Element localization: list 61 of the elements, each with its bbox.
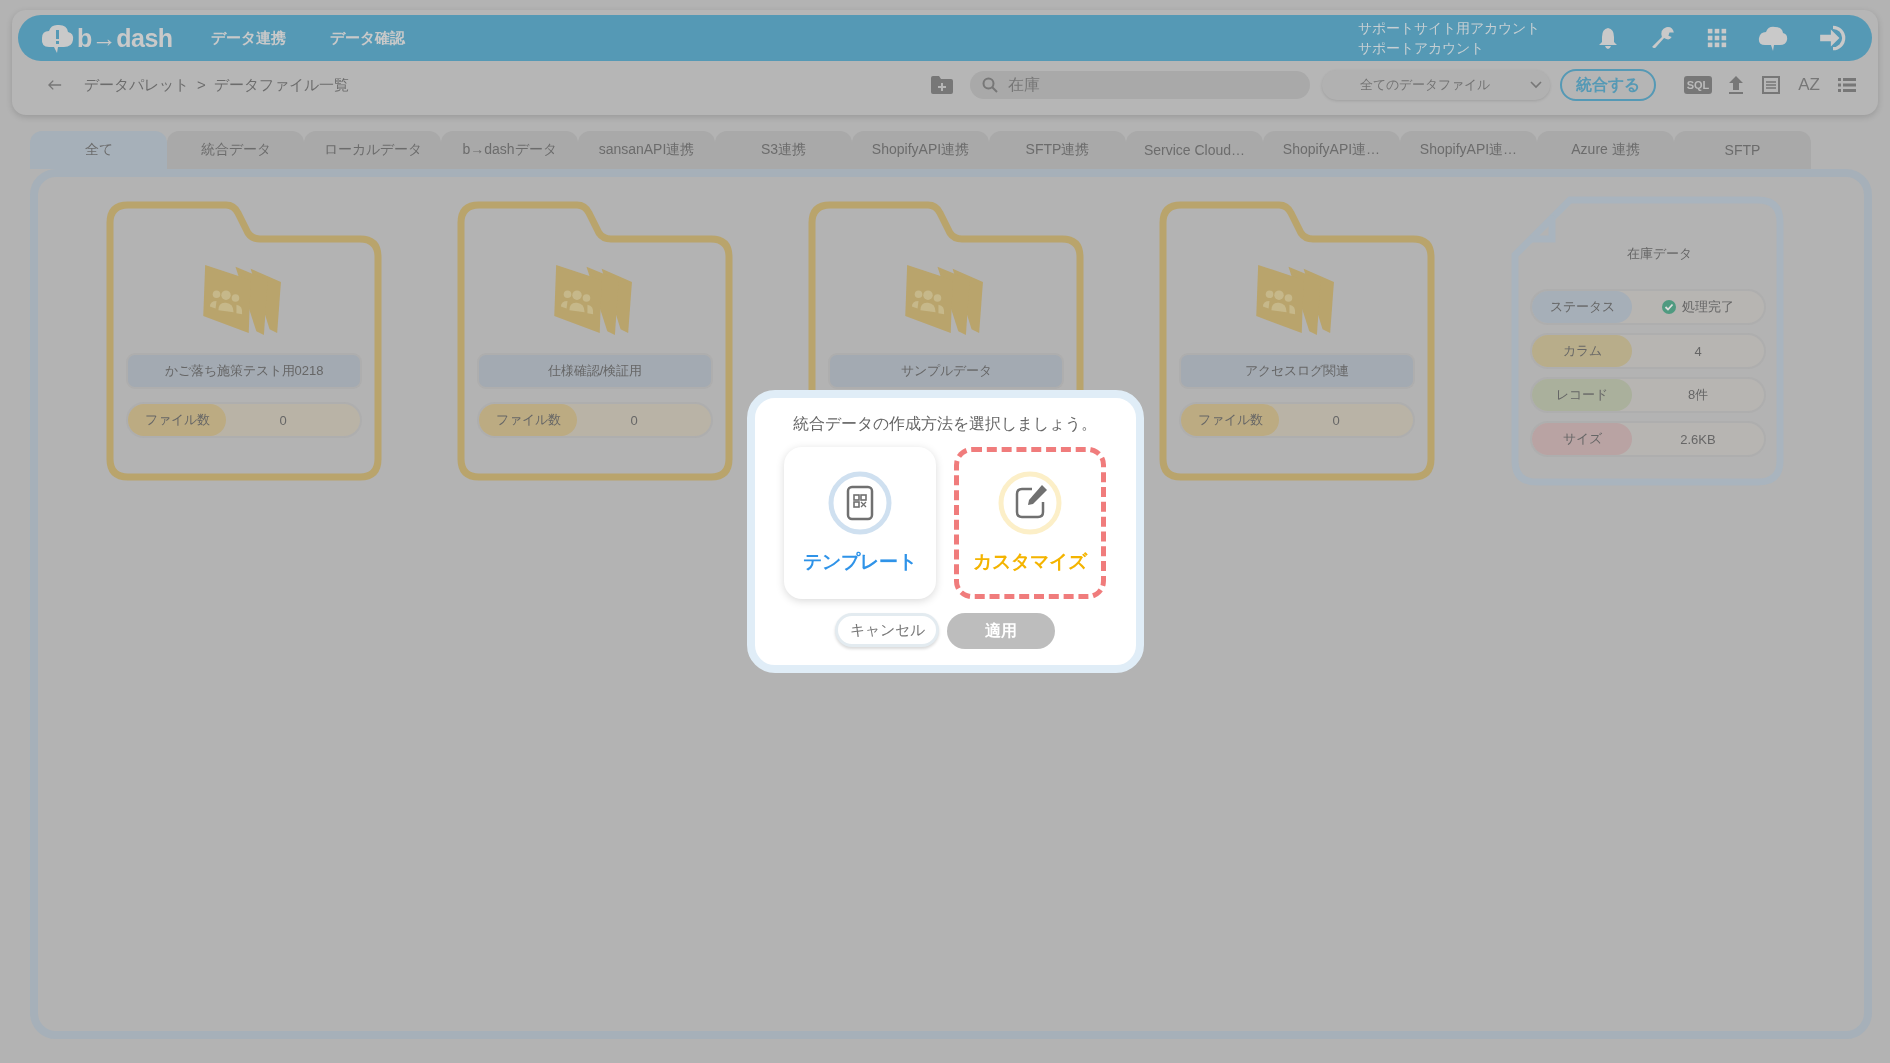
file-count-label: ファイル数 <box>1181 404 1279 436</box>
search-icon <box>981 77 998 93</box>
file-count-label: ファイル数 <box>128 404 226 436</box>
file-count-value: 0 <box>629 412 639 428</box>
logo[interactable]: b→dash <box>40 23 173 53</box>
table-icon[interactable] <box>1762 76 1781 94</box>
folder-plus-icon[interactable] <box>929 75 954 95</box>
file-count-label: ファイル数 <box>479 404 577 436</box>
info-value: 8件 <box>1687 386 1709 404</box>
tab[interactable]: ShopifyAPI連… <box>1263 131 1400 169</box>
folder-name: サンプルデータ <box>830 355 1062 387</box>
tab[interactable]: Service Cloud… <box>1126 131 1263 169</box>
tab[interactable]: 統合データ <box>167 131 304 169</box>
breadcrumb-item: > <box>197 75 206 95</box>
cloud-icon[interactable] <box>1758 25 1788 51</box>
template-icon <box>828 471 892 535</box>
edit-icon <box>998 471 1062 535</box>
tab[interactable]: b→dashデータ <box>441 131 578 169</box>
tab[interactable]: SFTP <box>1674 131 1811 169</box>
sql-button[interactable]: SQL <box>1683 76 1713 94</box>
tab[interactable]: S3連携 <box>715 131 852 169</box>
info-value: 処理完了 <box>1682 298 1734 316</box>
account-name: サポートサイト用アカウント <box>1358 19 1540 38</box>
info-label: カラム <box>1532 335 1632 367</box>
list-icon[interactable] <box>1838 77 1856 93</box>
info-label: ステータス <box>1532 291 1632 323</box>
breadcrumb-item[interactable]: データパレット <box>84 75 189 95</box>
file-title: 在庫データ <box>1626 245 1692 263</box>
cloud-icon <box>40 23 74 53</box>
tab[interactable]: sansanAPI連携 <box>578 131 715 169</box>
folder-name: 仕様確認/検証用 <box>479 355 711 387</box>
folder-name: アクセスログ関連 <box>1181 355 1413 387</box>
tab[interactable]: 全て <box>30 131 167 169</box>
upload-icon[interactable] <box>1728 75 1745 95</box>
nav-link[interactable]: データ連携 <box>210 28 286 48</box>
sort-button[interactable]: AZ <box>1798 75 1820 95</box>
breadcrumb-item: データファイル一覧 <box>213 75 349 95</box>
logout-icon[interactable] <box>1818 24 1848 52</box>
info-value: 2.6KB <box>1680 431 1716 447</box>
tab[interactable]: ローカルデータ <box>304 131 441 169</box>
info-value: 4 <box>1694 343 1702 359</box>
file-count-value: 0 <box>278 412 288 428</box>
file-count-value: 0 <box>1331 412 1341 428</box>
wrench-icon[interactable] <box>1650 25 1676 51</box>
tab[interactable]: SFTP連携 <box>989 131 1126 169</box>
dialog-prompt: 統合データの作成方法を選択しましょう。 <box>793 414 1097 434</box>
info-label: レコード <box>1532 379 1632 411</box>
nav-link[interactable]: データ確認 <box>329 28 405 48</box>
account-name: サポートアカウント <box>1358 39 1485 58</box>
merge-button[interactable]: 統合する <box>1559 69 1656 101</box>
check-circle-icon <box>1662 300 1676 314</box>
apps-grid-icon[interactable] <box>1706 27 1728 49</box>
chevron-down-icon <box>1529 81 1542 89</box>
tab[interactable]: ShopifyAPI連… <box>1400 131 1537 169</box>
info-label: サイズ <box>1532 423 1632 455</box>
back-arrow-icon[interactable] <box>48 79 62 91</box>
method-option[interactable]: カスタマイズ <box>954 447 1106 599</box>
folder-name: かご落ち施策テスト用0218 <box>128 355 360 387</box>
tab[interactable]: ShopifyAPI連携 <box>852 131 989 169</box>
cancel-button[interactable]: キャンセル <box>835 613 939 647</box>
tab[interactable]: Azure 連携 <box>1537 131 1674 169</box>
